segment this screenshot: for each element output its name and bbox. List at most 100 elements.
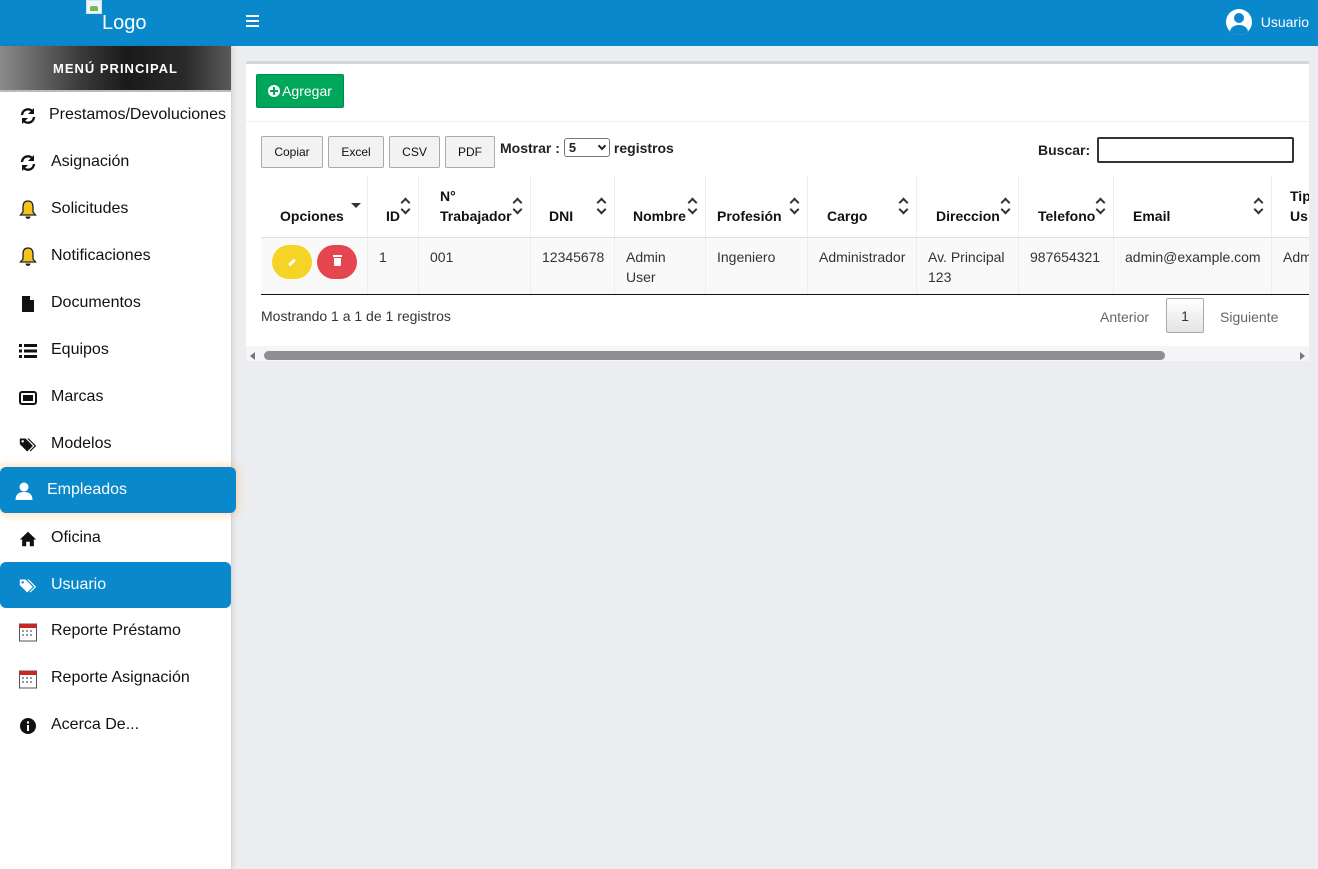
sidebar-item-label: Empleados: [47, 481, 128, 498]
add-button-label: Agregar: [282, 83, 332, 99]
refresh-icon: [19, 154, 37, 172]
cell-direccion: Av. Principal 123: [917, 238, 1019, 294]
cell-email: admin@example.com: [1114, 238, 1272, 294]
bell-icon: [19, 200, 37, 219]
scroll-left-arrow-icon[interactable]: [250, 352, 255, 360]
sidebar-item-label: Oficina: [51, 529, 101, 546]
info-icon: [19, 717, 37, 735]
sidebar-item-label: Solicitudes: [51, 200, 129, 217]
sidebar-item-empleados[interactable]: Empleados: [0, 467, 236, 513]
sidebar-item-label: Asignación: [51, 153, 130, 170]
bell-icon: [19, 247, 37, 266]
sidebar-item-label: Usuario: [51, 576, 107, 593]
sidebar-item-reporte-prestamo[interactable]: Reporte Préstamo: [0, 608, 231, 654]
copy-button[interactable]: Copiar: [261, 136, 323, 168]
sidebar-item-label: Reporte Préstamo: [51, 622, 181, 639]
sort-icon: [898, 197, 909, 215]
logo[interactable]: Logo: [86, 0, 156, 40]
table-bottom-border: [261, 294, 1309, 295]
sidebar-item-label: Acerca De...: [51, 716, 140, 733]
sidebar-item-modelos[interactable]: Modelos: [0, 421, 231, 467]
pdf-button[interactable]: PDF: [445, 136, 495, 168]
edit-button[interactable]: [272, 245, 312, 279]
pagination-page-current[interactable]: 1: [1166, 298, 1204, 333]
sidebar-item-prestamos[interactable]: Prestamos/Devoluciones: [0, 92, 231, 138]
sidebar-header: MENÚ PRINCIPAL: [0, 46, 231, 92]
page-length-value: 5: [568, 140, 577, 155]
cell-opciones: [261, 238, 368, 294]
pagination-next[interactable]: Siguiente: [1220, 309, 1278, 325]
menu-toggle-icon[interactable]: [246, 15, 259, 27]
column-header-telefono[interactable]: Telefono: [1019, 175, 1114, 237]
card-header: Agregar: [246, 64, 1309, 122]
sidebar-item-notificaciones[interactable]: Notificaciones: [0, 233, 231, 279]
user-menu[interactable]: Usuario: [1225, 8, 1309, 36]
plus-circle-icon: [268, 85, 281, 97]
sort-icon: [400, 197, 411, 215]
logo-alt-text: Logo: [102, 12, 147, 34]
chevron-down-icon: [597, 141, 607, 151]
calendar-icon: [19, 670, 37, 689]
page-length-select[interactable]: 5: [563, 138, 610, 157]
add-button[interactable]: Agregar: [256, 74, 344, 108]
excel-button[interactable]: Excel: [328, 136, 384, 168]
horizontal-scrollbar[interactable]: [246, 346, 1309, 361]
sort-icon: [687, 197, 698, 215]
sort-icon: [596, 197, 607, 215]
sidebar-item-label: Equipos: [51, 341, 109, 358]
sidebar-item-asignacion[interactable]: Asignación: [0, 139, 231, 185]
column-header-tipo[interactable]: Tipo Us: [1272, 175, 1309, 237]
sidebar-item-acerca[interactable]: Acerca De...: [0, 702, 231, 748]
file-icon: [19, 295, 37, 313]
column-header-dni[interactable]: DNI: [531, 175, 615, 237]
records-label: registros: [613, 139, 674, 156]
cell-trabajador: 001: [419, 238, 531, 294]
sidebar-item-label: Marcas: [51, 388, 104, 405]
sidebar-item-equipos[interactable]: Equipos: [0, 327, 231, 373]
column-header-id[interactable]: ID: [368, 175, 419, 237]
main-card: Agregar Copiar Excel CSV PDF Mostrar : 5…: [246, 61, 1309, 361]
column-header-cargo[interactable]: Cargo: [808, 175, 917, 237]
sort-icon: [1095, 197, 1106, 215]
user-avatar-icon: [1225, 9, 1252, 35]
column-header-email[interactable]: Email: [1114, 175, 1272, 237]
scroll-right-arrow-icon[interactable]: [1300, 352, 1305, 360]
tags-icon: [19, 436, 37, 454]
sort-icon: [789, 197, 800, 215]
show-label: Mostrar :: [500, 139, 560, 156]
cell-nombre: Admin User: [615, 238, 706, 294]
pagination-previous[interactable]: Anterior: [1100, 309, 1149, 325]
cell-dni: 12345678: [531, 238, 615, 294]
search-label: Buscar:: [1038, 142, 1091, 158]
column-header-profesion[interactable]: Profesión: [706, 175, 808, 237]
sidebar-item-solicitudes[interactable]: Solicitudes: [0, 186, 231, 232]
cell-telefono: 987654321: [1019, 238, 1114, 294]
scrollbar-thumb[interactable]: [264, 351, 1165, 360]
pencil-icon: [288, 258, 296, 266]
column-header-direccion[interactable]: Direccion: [917, 175, 1019, 237]
sidebar-item-marcas[interactable]: Marcas: [0, 374, 231, 420]
page-length-control: Mostrar : 5 registros: [500, 138, 674, 157]
cell-id: 1: [368, 238, 419, 294]
sidebar-item-label: Reporte Asignación: [51, 669, 190, 686]
sidebar-item-usuario[interactable]: Usuario: [0, 562, 231, 608]
calendar-icon: [19, 623, 37, 642]
sidebar-item-oficina[interactable]: Oficina: [0, 515, 231, 561]
sort-icon: [512, 197, 523, 215]
sidebar-item-documentos[interactable]: Documentos: [0, 280, 231, 326]
sort-desc-icon: [351, 203, 361, 208]
user-icon: [15, 482, 33, 500]
list-icon: [19, 342, 37, 360]
column-header-opciones[interactable]: Opciones: [261, 175, 368, 237]
search-input[interactable]: [1097, 137, 1294, 163]
column-header-trabajador[interactable]: N° Trabajador: [419, 175, 531, 237]
cell-tipo: Adm: [1283, 249, 1309, 265]
delete-button[interactable]: [317, 245, 357, 279]
sort-icon: [1253, 197, 1264, 215]
sidebar-item-reporte-asignacion[interactable]: Reporte Asignación: [0, 655, 231, 701]
tags-icon: [19, 577, 37, 595]
broken-image-icon: [86, 0, 102, 14]
home-icon: [19, 530, 37, 548]
column-header-nombre[interactable]: Nombre: [615, 175, 706, 237]
csv-button[interactable]: CSV: [389, 136, 440, 168]
